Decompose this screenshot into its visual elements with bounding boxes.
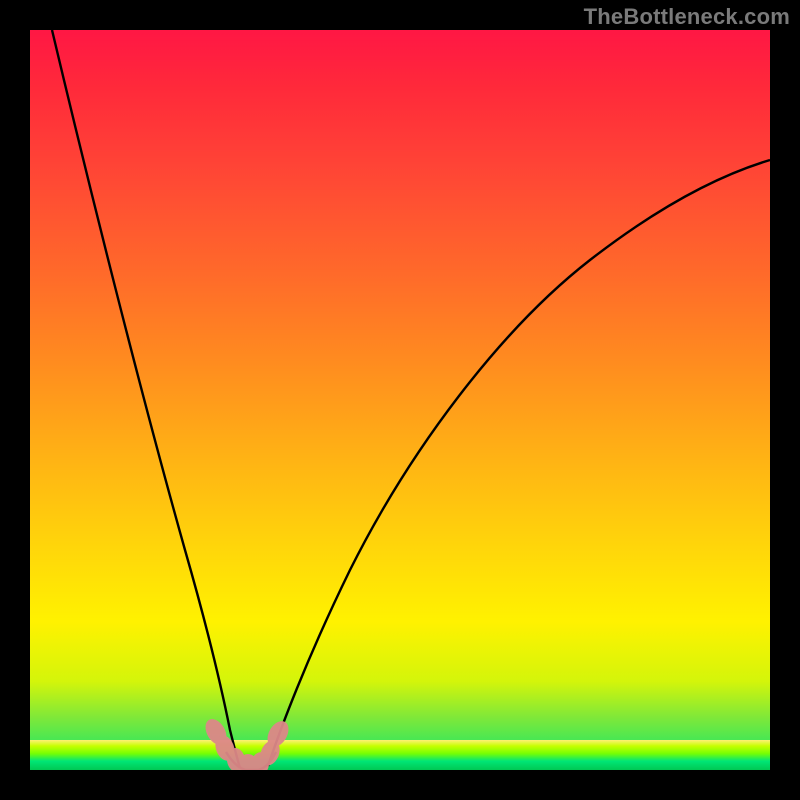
chart-svg (30, 30, 770, 770)
watermark-text: TheBottleneck.com (584, 4, 790, 30)
curve-right-branch (268, 160, 770, 766)
valley-markers (201, 715, 293, 770)
curve-left-branch (52, 30, 240, 768)
plot-area (30, 30, 770, 770)
chart-frame: TheBottleneck.com (0, 0, 800, 800)
